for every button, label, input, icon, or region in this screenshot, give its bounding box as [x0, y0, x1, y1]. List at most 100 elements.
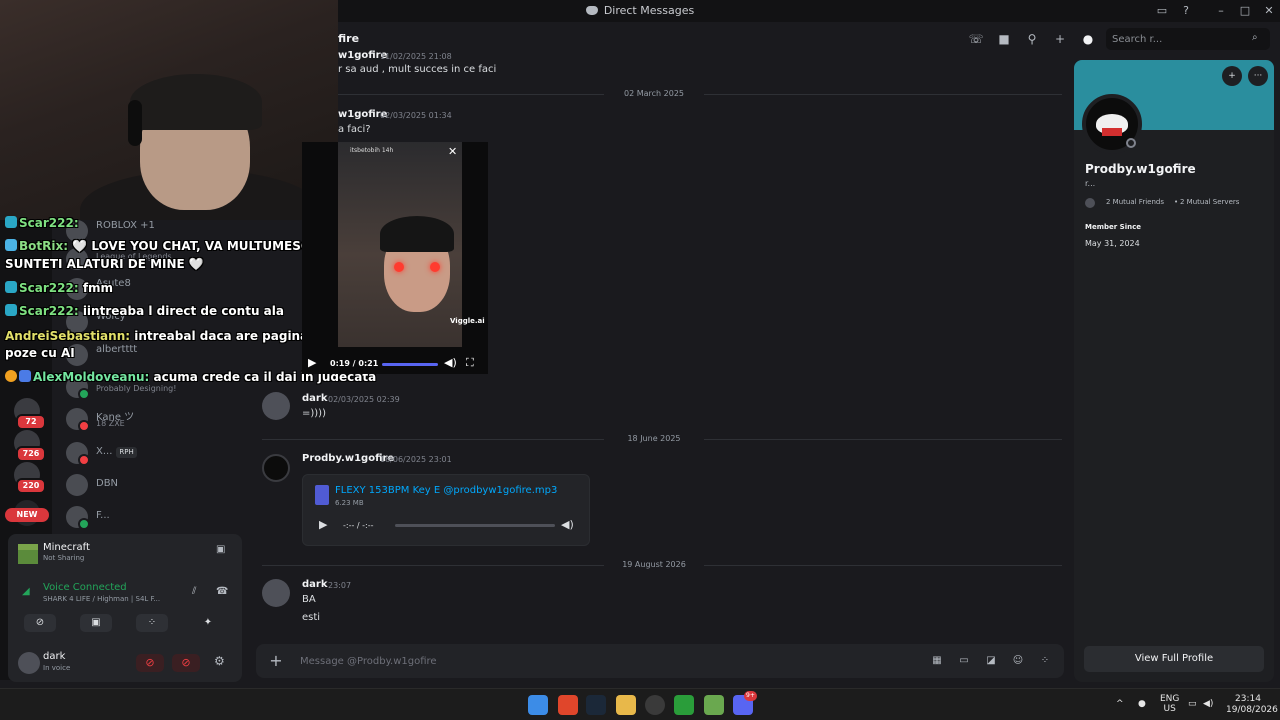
- member-since-label: Member Since: [1085, 223, 1141, 231]
- help-icon[interactable]: ?: [1179, 4, 1193, 18]
- gif-icon[interactable]: ▭: [957, 654, 971, 668]
- close-button[interactable]: ✕: [1262, 4, 1276, 18]
- message-timestamp: 11/02/2025 21:08: [380, 52, 452, 61]
- chevron-up-icon[interactable]: ^: [1116, 699, 1124, 709]
- avatar: [66, 474, 88, 496]
- add-friends-icon[interactable]: +: [1052, 31, 1068, 47]
- language-indicator[interactable]: ENG US: [1160, 694, 1179, 714]
- message-input[interactable]: [300, 653, 900, 669]
- maximize-button[interactable]: □: [1238, 4, 1252, 18]
- dm-item[interactable]: F...: [62, 502, 242, 534]
- message-text: r sa aud , mult succes in ce faci: [338, 64, 497, 75]
- status-dot: [78, 454, 90, 466]
- chat-line: BotRix: 🤍 LOVE YOU CHAT, VA MULTUMESC CA: [5, 239, 332, 253]
- discord-icon[interactable]: 9+: [733, 691, 757, 715]
- audio-time: -:-- / -:--: [343, 521, 374, 530]
- brave-icon[interactable]: [558, 695, 578, 715]
- user-profile-icon[interactable]: ●: [1080, 31, 1096, 47]
- steam-icon[interactable]: [586, 695, 606, 715]
- channel-name: fire: [338, 32, 360, 45]
- server-icon[interactable]: NEW: [5, 500, 49, 526]
- mutual-friends[interactable]: 2 Mutual Friends: [1106, 198, 1164, 206]
- add-friend-icon[interactable]: +: [1222, 66, 1242, 86]
- search-icon: ⌕: [1252, 32, 1258, 43]
- mute-button[interactable]: ⊘: [136, 654, 164, 672]
- dm-item[interactable]: Kane ツ 18 ZXE: [62, 404, 242, 436]
- stream-icon[interactable]: ▣: [216, 544, 225, 555]
- audio-progress-bar[interactable]: [395, 524, 555, 527]
- view-full-profile-button[interactable]: View Full Profile: [1084, 646, 1264, 672]
- dm-item[interactable]: albertttt: [62, 340, 242, 372]
- dm-item[interactable]: DBN: [62, 470, 242, 502]
- video-progress-bar[interactable]: [382, 363, 438, 366]
- file-size: 6.23 MB: [335, 499, 364, 507]
- camera-off-button[interactable]: ⊘: [24, 614, 56, 632]
- apps-icon[interactable]: ⁘: [1038, 654, 1052, 668]
- status-dot: [78, 388, 90, 400]
- gift-icon[interactable]: ▦: [930, 654, 944, 668]
- server-icon[interactable]: 220: [14, 462, 46, 494]
- deafen-button[interactable]: ⊘: [172, 654, 200, 672]
- dm-item[interactable]: X... RPH: [62, 438, 242, 470]
- fullscreen-icon[interactable]: ⛶: [466, 356, 474, 370]
- play-icon[interactable]: ▶: [308, 356, 316, 369]
- chat-line: Scar222: fmm: [5, 281, 113, 295]
- play-icon[interactable]: ▶: [319, 518, 327, 531]
- volume-icon[interactable]: ◀): [561, 518, 574, 531]
- close-icon[interactable]: ✕: [448, 145, 457, 158]
- noise-suppression-icon[interactable]: ⫽: [192, 586, 196, 597]
- server-icon[interactable]: 72: [14, 398, 46, 430]
- volume-icon[interactable]: ◀): [1203, 699, 1213, 709]
- disconnect-icon[interactable]: ☎: [216, 586, 228, 597]
- settings-icon[interactable]: ⚙: [214, 654, 225, 668]
- avatar[interactable]: [18, 652, 40, 674]
- soundboard-button[interactable]: ✦: [192, 614, 224, 632]
- inbox-icon[interactable]: ▭: [1155, 4, 1169, 18]
- minecraft-icon: [18, 544, 38, 564]
- message-author[interactable]: dark: [302, 579, 328, 590]
- emoji-icon[interactable]: ☺: [1011, 654, 1025, 668]
- search-input[interactable]: [1112, 31, 1242, 47]
- message-text: =)))): [302, 408, 326, 419]
- clock[interactable]: 23:14 19/08/2026: [1226, 694, 1278, 716]
- add-attachment-icon[interactable]: +: [266, 651, 286, 671]
- avatar[interactable]: [262, 392, 290, 420]
- profile-subtitle: r...: [1085, 179, 1096, 188]
- headset: [128, 100, 142, 146]
- file-explorer-icon[interactable]: [616, 695, 636, 715]
- status-dot: [78, 420, 90, 432]
- activities-button[interactable]: ⁘: [136, 614, 168, 632]
- call-icon[interactable]: ☏: [968, 31, 984, 47]
- voice-status[interactable]: Voice Connected: [43, 582, 127, 593]
- signal-icon[interactable]: ◢: [22, 586, 30, 597]
- audio-file-icon: [315, 485, 329, 505]
- video-overlay: itsbetobih 14h ✕ Viggle.ai ▶ 0:19 / 0:21…: [302, 142, 488, 374]
- mutual-servers[interactable]: 2 Mutual Servers: [1180, 198, 1239, 206]
- profile-panel: + ··· Prodby.w1gofire r... 2 Mutual Frie…: [1074, 60, 1274, 682]
- voice-channel[interactable]: SHARK 4 LIFE / Highman | S4L F...: [43, 595, 160, 603]
- avatar[interactable]: [262, 454, 290, 482]
- video-uploader: itsbetobih 14h: [350, 147, 394, 154]
- sticker-icon[interactable]: ◪: [984, 654, 998, 668]
- avatar: [66, 506, 90, 530]
- search-box[interactable]: ⌕: [1106, 28, 1270, 50]
- message-author[interactable]: dark: [302, 393, 328, 404]
- minimize-button[interactable]: –: [1214, 4, 1228, 18]
- microphone-icon[interactable]: ●: [1138, 699, 1146, 709]
- avatar[interactable]: [262, 579, 290, 607]
- xbox-icon[interactable]: [674, 695, 694, 715]
- app-icon[interactable]: [645, 695, 665, 715]
- video-call-icon[interactable]: ■: [996, 31, 1012, 47]
- file-name-link[interactable]: FLEXY 153BPM Key E @prodbyw1gofire.mp3: [335, 485, 557, 496]
- more-options-icon[interactable]: ···: [1248, 66, 1268, 86]
- message-text: BA: [302, 594, 316, 605]
- start-icon[interactable]: [528, 695, 548, 715]
- pin-icon[interactable]: ⚲: [1024, 31, 1040, 47]
- network-icon[interactable]: ▭: [1188, 699, 1197, 709]
- server-icon[interactable]: 726: [14, 430, 46, 462]
- volume-icon[interactable]: ◀): [444, 356, 457, 369]
- unread-badge: 72: [16, 414, 46, 430]
- message-timestamp: 02/03/2025 02:39: [328, 395, 400, 404]
- minecraft-launcher-icon[interactable]: [704, 695, 724, 715]
- screen-share-button[interactable]: ▣: [80, 614, 112, 632]
